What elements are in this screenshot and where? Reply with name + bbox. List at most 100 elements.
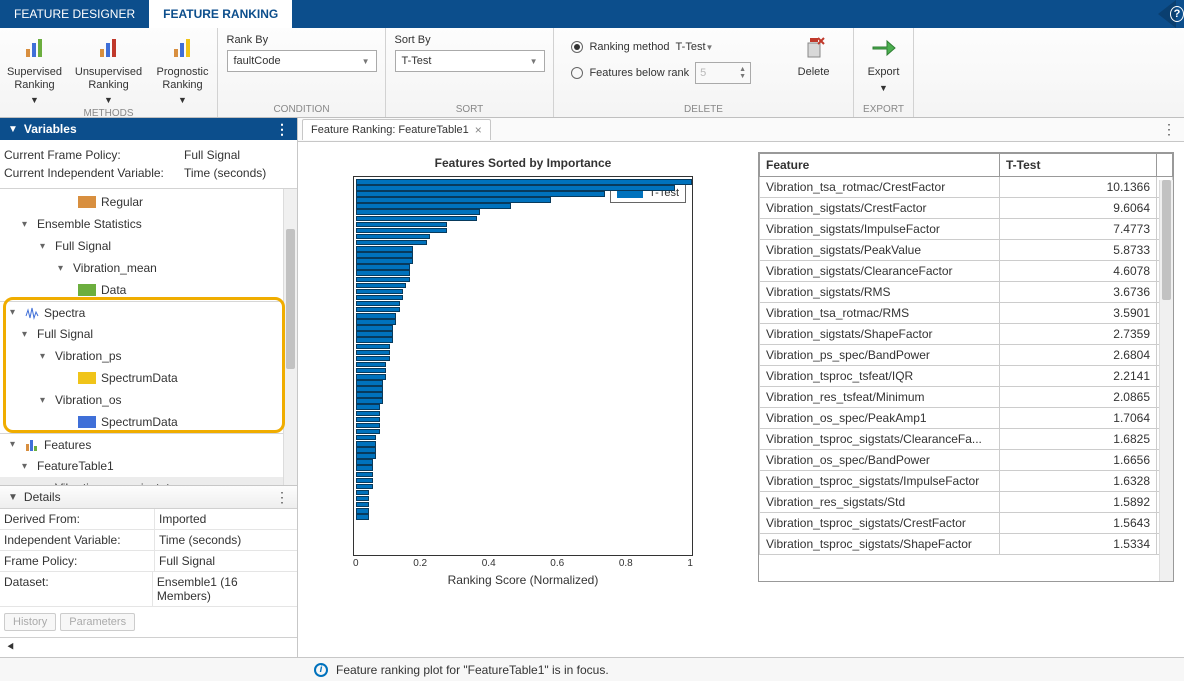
tree-scrollbar[interactable] xyxy=(283,189,297,485)
table-row[interactable]: Vibration_os_spec/BandPower1.6656 xyxy=(760,450,1173,471)
tree-item-vibration-os[interactable]: ▾Vibration_os xyxy=(0,389,297,411)
tree-item-spectrum-data-2[interactable]: SpectrumData xyxy=(0,411,297,433)
tab-feature-designer[interactable]: FEATURE DESIGNER xyxy=(0,0,149,28)
cell-ttest: 2.0865 xyxy=(1000,387,1157,408)
chart-bar xyxy=(356,459,373,465)
cell-feature: Vibration_tsa_rotmac/CrestFactor xyxy=(760,177,1000,198)
unsupervised-ranking-button[interactable]: Unsupervised Ranking ▼ xyxy=(77,32,141,106)
table-row[interactable]: Vibration_sigstats/CrestFactor9.6064 xyxy=(760,198,1173,219)
variables-panel-header[interactable]: ▼ Variables ⋮ xyxy=(0,118,297,140)
tree-section-features[interactable]: ▾ Features xyxy=(0,433,297,455)
radio-icon-checked xyxy=(571,41,583,53)
tree-item-vibration-ps[interactable]: ▾Vibration_ps xyxy=(0,345,297,367)
chart-bar xyxy=(356,398,383,404)
details-iv-label: Independent Variable: xyxy=(0,530,155,550)
triangle-down-icon: ▼ xyxy=(8,124,18,135)
chart-bar xyxy=(356,502,369,508)
tab-feature-ranking[interactable]: FEATURE RANKING xyxy=(149,0,292,28)
table-row[interactable]: Vibration_tsproc_sigstats/ClearanceFa...… xyxy=(760,429,1173,450)
bar-chart-icon xyxy=(21,34,49,62)
tree-item-data[interactable]: Data xyxy=(0,279,297,301)
table-row[interactable]: Vibration_sigstats/PeakValue5.8733 xyxy=(760,240,1173,261)
chart-bar xyxy=(356,337,393,343)
table-row[interactable]: Vibration_tsproc_sigstats/ShapeFactor1.5… xyxy=(760,534,1173,555)
cell-feature: Vibration_tsproc_tsfeat/IQR xyxy=(760,366,1000,387)
table-header-feature[interactable]: Feature xyxy=(760,154,1000,177)
cell-ttest: 1.7064 xyxy=(1000,408,1157,429)
table-row[interactable]: Vibration_sigstats/ClearanceFactor4.6078 xyxy=(760,261,1173,282)
table-row[interactable]: Vibration_os_spec/PeakAmp11.7064 xyxy=(760,408,1173,429)
chart-bar xyxy=(356,411,380,417)
chart-plot-area[interactable]: T-Test xyxy=(353,176,693,556)
table-row[interactable]: Vibration_res_sigstats/Std1.5892 xyxy=(760,492,1173,513)
ranking-method-select[interactable]: T-Test▼ xyxy=(676,41,782,53)
chart-bar xyxy=(356,356,390,362)
features-below-radio[interactable]: Features below rank 5 ▲▼ xyxy=(571,62,781,84)
history-tab-button[interactable]: History xyxy=(4,613,56,631)
cell-ttest: 5.8733 xyxy=(1000,240,1157,261)
details-panel: ▼ Details ⋮ Derived From:Imported Indepe… xyxy=(0,485,297,637)
table-row[interactable]: Vibration_res_tsfeat/Minimum2.0865 xyxy=(760,387,1173,408)
chart-bar xyxy=(356,478,373,484)
export-arrow-icon xyxy=(870,34,898,62)
table-row[interactable]: Vibration_ps_spec/BandPower2.6804 xyxy=(760,345,1173,366)
sidebar-collapse-toggle[interactable]: ⯇ xyxy=(0,637,297,657)
prognostic-ranking-button[interactable]: Prognostic Ranking ▼ xyxy=(151,32,215,106)
close-tab-icon[interactable]: × xyxy=(475,123,482,137)
export-button[interactable]: Export ▼ xyxy=(862,32,906,93)
chart-bar xyxy=(356,277,410,283)
cell-ttest: 1.6825 xyxy=(1000,429,1157,450)
features-below-input[interactable]: 5 ▲▼ xyxy=(695,62,751,84)
table-row[interactable]: Vibration_tsa_rotmac/CrestFactor10.1366 xyxy=(760,177,1173,198)
waveform-icon xyxy=(25,306,39,320)
x-tick: 0 xyxy=(353,558,359,569)
table-row[interactable]: Vibration_tsproc_sigstats/ImpulseFactor1… xyxy=(760,471,1173,492)
parameters-tab-button[interactable]: Parameters xyxy=(60,613,135,631)
help-button[interactable]: ? xyxy=(1158,0,1184,28)
table-row[interactable]: Vibration_tsproc_sigstats/CrestFactor1.5… xyxy=(760,513,1173,534)
x-tick: 0.8 xyxy=(619,558,633,569)
chart-bar xyxy=(356,417,380,423)
tree-item-regular[interactable]: Regular xyxy=(0,191,297,213)
cell-ttest: 1.6328 xyxy=(1000,471,1157,492)
tree-item-vib-env-sigstats[interactable]: ▾Vibration_env_sigstats xyxy=(0,477,297,485)
table-row[interactable]: Vibration_tsa_rotmac/RMS3.5901 xyxy=(760,303,1173,324)
left-sidebar: ▼ Variables ⋮ Current Frame Policy:Full … xyxy=(0,118,298,657)
chart-bar xyxy=(356,228,447,234)
details-panel-header[interactable]: ▼ Details ⋮ xyxy=(0,486,297,509)
table-row[interactable]: Vibration_sigstats/RMS3.6736 xyxy=(760,282,1173,303)
table-scrollbar[interactable] xyxy=(1159,180,1173,581)
supervised-ranking-button[interactable]: Supervised Ranking ▼ xyxy=(3,32,67,106)
chart-bar xyxy=(356,374,386,380)
tree-section-spectra[interactable]: ▾ Spectra xyxy=(0,301,297,323)
sort-by-select[interactable]: T-Test▼ xyxy=(395,50,545,72)
tree-item-full-signal-2[interactable]: ▾Full Signal xyxy=(0,323,297,345)
chevron-down-icon: ▼ xyxy=(178,95,187,105)
table-header-ttest[interactable]: T-Test xyxy=(1000,154,1157,177)
rank-by-select[interactable]: faultCode▼ xyxy=(227,50,377,72)
feature-table: Feature T-Test Vibration_tsa_rotmac/Cres… xyxy=(758,152,1174,582)
table-row[interactable]: Vibration_sigstats/ImpulseFactor7.4773 xyxy=(760,219,1173,240)
chart-bar xyxy=(356,429,380,435)
chart-bar xyxy=(356,508,369,514)
ranking-method-radio[interactable]: Ranking method T-Test▼ xyxy=(571,36,781,58)
tree-item-feature-table[interactable]: ▾FeatureTable1 xyxy=(0,455,297,477)
chart-bar xyxy=(356,325,393,331)
table-row[interactable]: Vibration_tsproc_tsfeat/IQR2.2141 xyxy=(760,366,1173,387)
chart-bar xyxy=(356,392,383,398)
tree-item-full-signal-1[interactable]: ▾Full Signal xyxy=(0,235,297,257)
tree-item-ensemble-statistics[interactable]: ▾Ensemble Statistics xyxy=(0,213,297,235)
table-row[interactable]: Vibration_sigstats/ShapeFactor2.7359 xyxy=(760,324,1173,345)
tree-item-spectrum-data-1[interactable]: SpectrumData xyxy=(0,367,297,389)
panel-menu-button[interactable]: ⋮ xyxy=(275,122,289,136)
chart-bar xyxy=(356,465,373,471)
cell-ttest: 1.6656 xyxy=(1000,450,1157,471)
document-tab-feature-ranking[interactable]: Feature Ranking: FeatureTable1 × xyxy=(302,119,491,140)
panel-menu-button[interactable]: ⋮ xyxy=(275,490,289,504)
tab-menu-button[interactable]: ⋮ xyxy=(1162,121,1176,138)
independent-var-value: Time (seconds) xyxy=(184,166,266,180)
delete-button[interactable]: Delete xyxy=(792,32,836,79)
chart-bar xyxy=(356,252,413,258)
chart-bar xyxy=(356,441,376,447)
tree-item-vibration-mean[interactable]: ▾Vibration_mean xyxy=(0,257,297,279)
